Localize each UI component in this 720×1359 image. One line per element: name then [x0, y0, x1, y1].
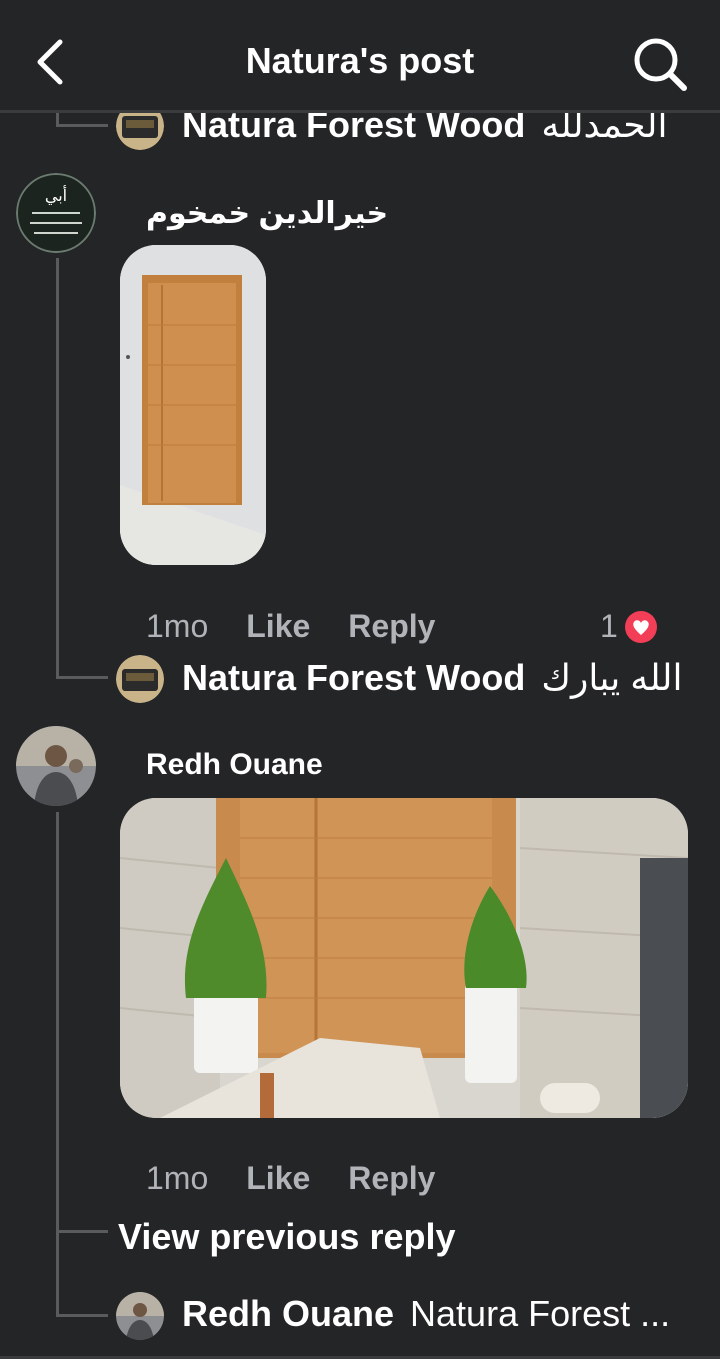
reply-row: Natura Forest Wood الله يبارك	[182, 656, 682, 700]
like-button[interactable]: Like	[246, 1160, 310, 1197]
comment-time: 1mo	[146, 608, 209, 644]
search-icon	[634, 38, 687, 91]
page-title: Natura's post	[245, 40, 475, 81]
reaction-count: 1	[600, 608, 618, 644]
comment-author[interactable]: Redh Ouane	[146, 748, 323, 782]
thread-connector	[56, 1314, 108, 1317]
reply-button[interactable]: Reply	[348, 1160, 435, 1197]
reply-author[interactable]: Natura Forest Wood	[182, 657, 525, 699]
view-previous-replies-link[interactable]: View previous reply	[118, 1216, 455, 1258]
heart-reaction-icon	[624, 610, 657, 643]
avatar[interactable]	[16, 726, 96, 806]
reply-row: Redh Ouane Natura Forest ...	[182, 1292, 670, 1336]
avatar[interactable]: أبي	[16, 173, 96, 253]
thread-connector	[56, 1230, 108, 1233]
comment-author[interactable]: خيرالدين خمخوم	[146, 196, 388, 231]
reply-author[interactable]: Redh Ouane	[182, 1293, 394, 1335]
comment-photo[interactable]	[120, 245, 266, 565]
comment-photo[interactable]	[120, 798, 688, 1118]
avatar[interactable]	[116, 1292, 164, 1340]
thread-connector	[56, 676, 108, 679]
thread-line	[56, 812, 59, 1316]
reply-text: الله يبارك	[541, 657, 683, 698]
avatar[interactable]	[116, 655, 164, 703]
reply-button[interactable]: Reply	[348, 608, 435, 645]
top-app-bar: Natura's post	[0, 0, 720, 113]
search-button[interactable]	[630, 34, 690, 94]
header-divider	[0, 110, 720, 113]
comment-actions: 1mo Like Reply	[146, 1160, 435, 1197]
avatar-calligraphy: أبي	[45, 185, 67, 206]
comment-actions: 1mo Like Reply	[146, 608, 435, 645]
reply-text: Natura Forest ...	[410, 1293, 671, 1334]
comment-time: 1mo	[146, 1160, 209, 1196]
reaction-summary[interactable]: 1	[600, 608, 658, 645]
thread-line	[56, 258, 59, 678]
like-button[interactable]: Like	[246, 608, 310, 645]
thread-connector	[56, 124, 108, 127]
